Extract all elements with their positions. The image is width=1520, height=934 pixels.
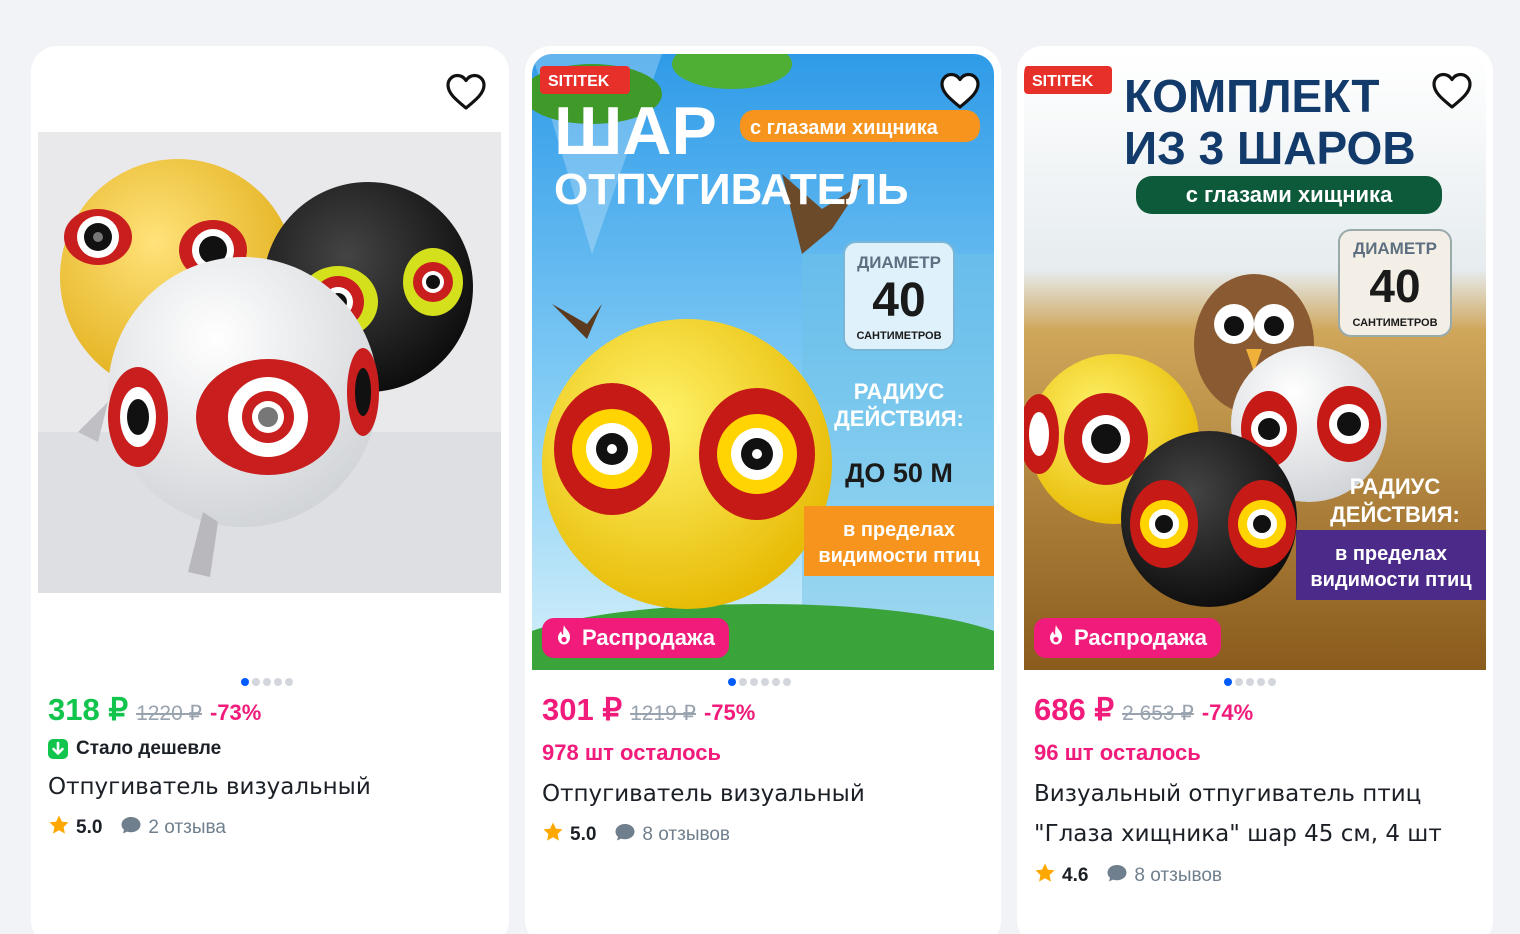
price-drop-label: Стало дешевле (48, 738, 221, 760)
product-photo[interactable]: SITITEK КОМПЛЕКТ ИЗ 3 ШАРОВ с глазами хи… (1024, 54, 1486, 670)
current-price: 686 ₽ (1034, 692, 1115, 727)
fire-icon (554, 624, 574, 652)
product-title[interactable]: Отпугиватель визуальный (48, 767, 498, 807)
discount-percent: -74% (1201, 700, 1254, 725)
image-carousel-dots[interactable] (241, 678, 293, 686)
radius-label-1: РАДИУС (1350, 474, 1441, 499)
visibility-label-1: в пределах (843, 519, 955, 541)
price-row: 301 ₽ 1219 ₽ -75% (542, 692, 755, 728)
carousel-dot[interactable] (241, 678, 249, 686)
old-price: 2 653 ₽ (1122, 702, 1194, 725)
price-drop-text: Стало дешевле (76, 738, 222, 759)
image-subheadline: ИЗ 3 ШАРОВ (1124, 122, 1416, 174)
carousel-dot[interactable] (1246, 678, 1254, 686)
product-photo[interactable]: SITITEK ШАР с глазами хищника ОТПУГИВАТЕ… (532, 54, 994, 670)
star-icon (48, 814, 70, 842)
reviews-count[interactable]: 2 отзыва (148, 817, 226, 839)
radius-label-2: ДЕЙСТВИЯ: (834, 406, 964, 431)
price-row: 318 ₽ 1220 ₽ -73% (48, 692, 261, 728)
carousel-dot[interactable] (772, 678, 780, 686)
product-title[interactable]: Визуальный отпугиватель птиц "Глаза хищн… (1034, 774, 1484, 854)
image-carousel-dots[interactable] (728, 678, 791, 686)
star-icon (542, 821, 564, 849)
rating-value: 4.6 (1062, 865, 1089, 886)
carousel-dot[interactable] (252, 678, 260, 686)
product-card[interactable]: SITITEK ШАР с глазами хищника ОТПУГИВАТЕ… (525, 46, 1001, 934)
carousel-dot[interactable] (263, 678, 271, 686)
carousel-dot[interactable] (274, 678, 282, 686)
image-tag: с глазами хищника (1186, 182, 1393, 207)
favorite-heart-icon[interactable] (1431, 71, 1473, 111)
rating-row: 5.0 8 отзывов (542, 821, 730, 849)
rating-row: 5.0 2 отзыва (48, 814, 226, 842)
sale-badge: Распродажа (1034, 618, 1222, 658)
price-row: 686 ₽ 2 653 ₽ -74% (1034, 692, 1253, 728)
diameter-label: ДИАМЕТР (857, 253, 941, 272)
diameter-value: 40 (872, 274, 925, 327)
radius-label-1: РАДИУС (854, 379, 945, 404)
brand-logo: SITITEK (548, 73, 610, 90)
stock-left: 96 шт осталось (1034, 740, 1201, 765)
favorite-heart-icon[interactable] (445, 72, 487, 112)
sale-badge-text: Распродажа (582, 625, 716, 650)
visibility-label-2: видимости птиц (1310, 569, 1472, 591)
image-headline: КОМПЛЕКТ (1124, 70, 1380, 122)
carousel-dot[interactable] (761, 678, 769, 686)
sale-badge: Распродажа (542, 618, 730, 658)
old-price: 1219 ₽ (630, 702, 696, 725)
radius-value: ДО 50 М (845, 458, 953, 488)
old-price: 1220 ₽ (136, 702, 202, 725)
discount-percent: -75% (703, 700, 756, 725)
image-tag: с глазами хищника (750, 117, 939, 139)
carousel-dot[interactable] (728, 678, 736, 686)
visibility-label-2: видимости птиц (818, 545, 980, 567)
product-title[interactable]: Отпугиватель визуальный (542, 774, 992, 814)
reviews-count[interactable]: 8 отзывов (642, 824, 730, 846)
comment-icon (120, 815, 142, 841)
sale-badge-text: Распродажа (1074, 625, 1208, 650)
diameter-value: 40 (1369, 260, 1420, 312)
favorite-heart-icon[interactable] (939, 71, 981, 111)
carousel-dot[interactable] (783, 678, 791, 686)
stock-left: 978 шт осталось (542, 740, 722, 765)
brand-logo: SITITEK (1032, 73, 1094, 90)
radius-label-2: ДЕЙСТВИЯ: (1330, 502, 1460, 527)
diameter-label: ДИАМЕТР (1353, 239, 1437, 258)
star-icon (1034, 862, 1056, 890)
carousel-dot[interactable] (285, 678, 293, 686)
carousel-dot[interactable] (1235, 678, 1243, 686)
rating-row: 4.6 8 отзывов (1034, 862, 1222, 890)
fire-icon (1046, 624, 1066, 652)
carousel-dot[interactable] (739, 678, 747, 686)
image-subheadline: ОТПУГИВАТЕЛЬ (554, 165, 909, 214)
visibility-label-1: в пределах (1335, 543, 1447, 565)
product-card[interactable]: 318 ₽ 1220 ₽ -73% Стало дешевле Отпугива… (31, 46, 509, 934)
carousel-dot[interactable] (750, 678, 758, 686)
discount-percent: -73% (209, 700, 262, 725)
comment-icon (1106, 863, 1128, 889)
product-grid: 318 ₽ 1220 ₽ -73% Стало дешевле Отпугива… (0, 0, 1520, 934)
image-carousel-dots[interactable] (1224, 678, 1276, 686)
comment-icon (614, 822, 636, 848)
diameter-unit: САНТИМЕТРОВ (1352, 317, 1437, 329)
arrow-down-icon (48, 739, 68, 759)
diameter-unit: САНТИМЕТРОВ (856, 330, 941, 342)
carousel-dot[interactable] (1268, 678, 1276, 686)
product-photo[interactable] (38, 132, 501, 593)
image-headline: ШАР (554, 93, 717, 169)
carousel-dot[interactable] (1257, 678, 1265, 686)
reviews-count[interactable]: 8 отзывов (1134, 865, 1222, 887)
product-card[interactable]: SITITEK КОМПЛЕКТ ИЗ 3 ШАРОВ с глазами хи… (1017, 46, 1493, 934)
current-price: 318 ₽ (48, 692, 129, 727)
rating-value: 5.0 (570, 824, 597, 845)
carousel-dot[interactable] (1224, 678, 1232, 686)
rating-value: 5.0 (76, 817, 103, 838)
current-price: 301 ₽ (542, 692, 623, 727)
